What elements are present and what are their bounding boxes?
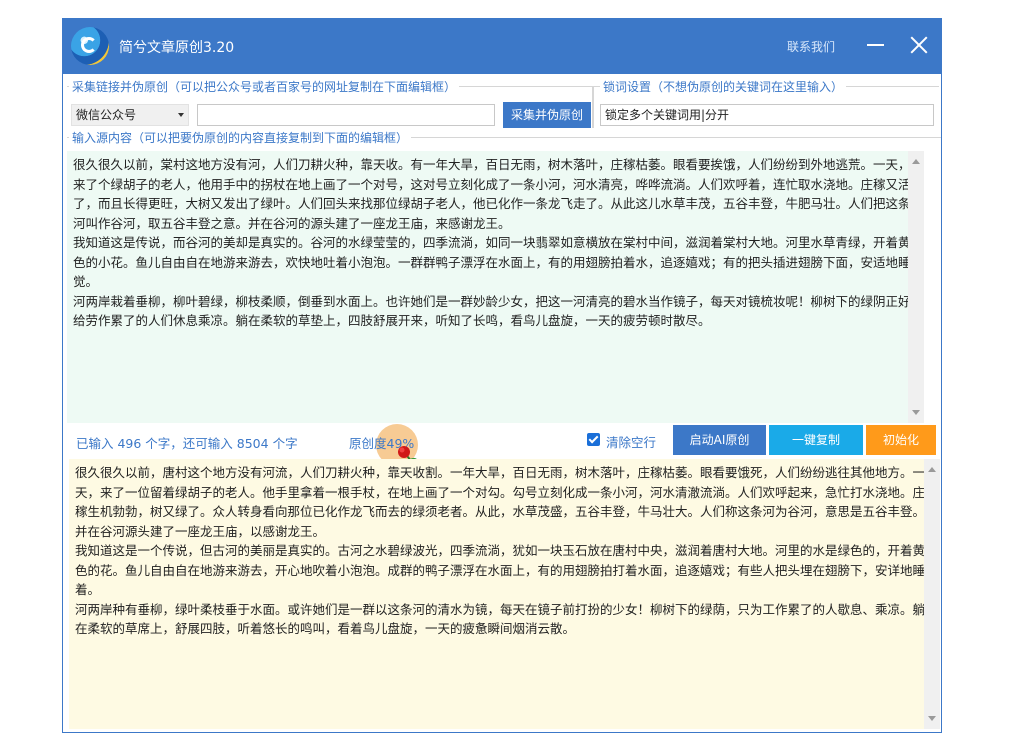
app-title: 简兮文章原创3.20 xyxy=(119,40,235,56)
app-window: 简兮文章原创3.20 联系我们 采集链接并伪原创（可以把公众号或者百家号的网址复… xyxy=(62,18,942,733)
source-text-editor[interactable]: 很久很久以前，棠村这地方没有河，人们刀耕火种，靠天收。有一年大旱，百日无雨，树木… xyxy=(67,151,924,423)
lock-words-group: 锁词设置（不想伪原创的关键词在这里输入） 锁定多个关键词用|分开 xyxy=(593,78,939,128)
start-ai-rewrite-button[interactable]: 启动AI原创 xyxy=(673,425,766,455)
scroll-down-icon[interactable] xyxy=(912,410,920,415)
copy-all-button[interactable]: 一键复制 xyxy=(769,425,863,455)
reset-button[interactable]: 初始化 xyxy=(866,425,936,455)
collect-group: 采集链接并伪原创（可以把公众号或者百家号的网址复制在下面编辑框） 微信公众号 采… xyxy=(67,78,593,128)
collect-legend: 采集链接并伪原创（可以把公众号或者百家号的网址复制在下面编辑框） xyxy=(69,78,460,95)
minimize-icon[interactable] xyxy=(861,31,889,59)
clear-blank-lines-label[interactable]: 清除空行 xyxy=(606,432,656,451)
clear-blank-lines-checkbox[interactable] xyxy=(587,433,600,446)
title-bar[interactable]: 简兮文章原创3.20 联系我们 xyxy=(63,19,941,74)
lock-words-input[interactable]: 锁定多个关键词用|分开 xyxy=(600,104,934,126)
source-text: 很久很久以前，棠村这地方没有河，人们刀耕火种，靠天收。有一年大旱，百日无雨，树木… xyxy=(73,157,911,328)
scroll-up-icon[interactable] xyxy=(912,159,920,164)
scroll-down-icon[interactable] xyxy=(928,716,936,721)
lock-words-legend: 锁词设置（不想伪原创的关键词在这里输入） xyxy=(600,78,847,95)
output-text-editor[interactable]: 很久很久以前，唐村这个地方没有河流，人们刀耕火种，靠天收割。一年大旱，百日无雨，… xyxy=(69,459,940,729)
source-legend: 输入源内容（可以把要伪原创的内容直接复制到下面的编辑框） xyxy=(69,129,412,146)
source-scrollbar[interactable] xyxy=(908,151,924,423)
source-group: 输入源内容（可以把要伪原创的内容直接复制到下面的编辑框） 很久很久以前，棠村这地… xyxy=(67,129,941,423)
scroll-up-icon[interactable] xyxy=(928,467,936,472)
app-logo-icon xyxy=(71,27,109,65)
chevron-down-icon[interactable] xyxy=(178,113,184,117)
source-platform-select[interactable]: 微信公众号 xyxy=(71,104,189,126)
article-url-input[interactable] xyxy=(197,104,495,126)
close-icon[interactable] xyxy=(905,31,933,59)
contact-us-link[interactable]: 联系我们 xyxy=(787,38,835,55)
source-platform-value: 微信公众号 xyxy=(76,108,137,122)
output-text: 很久很久以前，唐村这个地方没有河流，人们刀耕火种，靠天收割。一年大旱，百日无雨，… xyxy=(75,465,926,636)
collect-rewrite-button[interactable]: 采集并伪原创 xyxy=(503,102,591,128)
output-scrollbar[interactable] xyxy=(924,459,940,729)
char-count-text: 已输入 496 个字，还可输入 8504 个字 xyxy=(76,436,298,451)
